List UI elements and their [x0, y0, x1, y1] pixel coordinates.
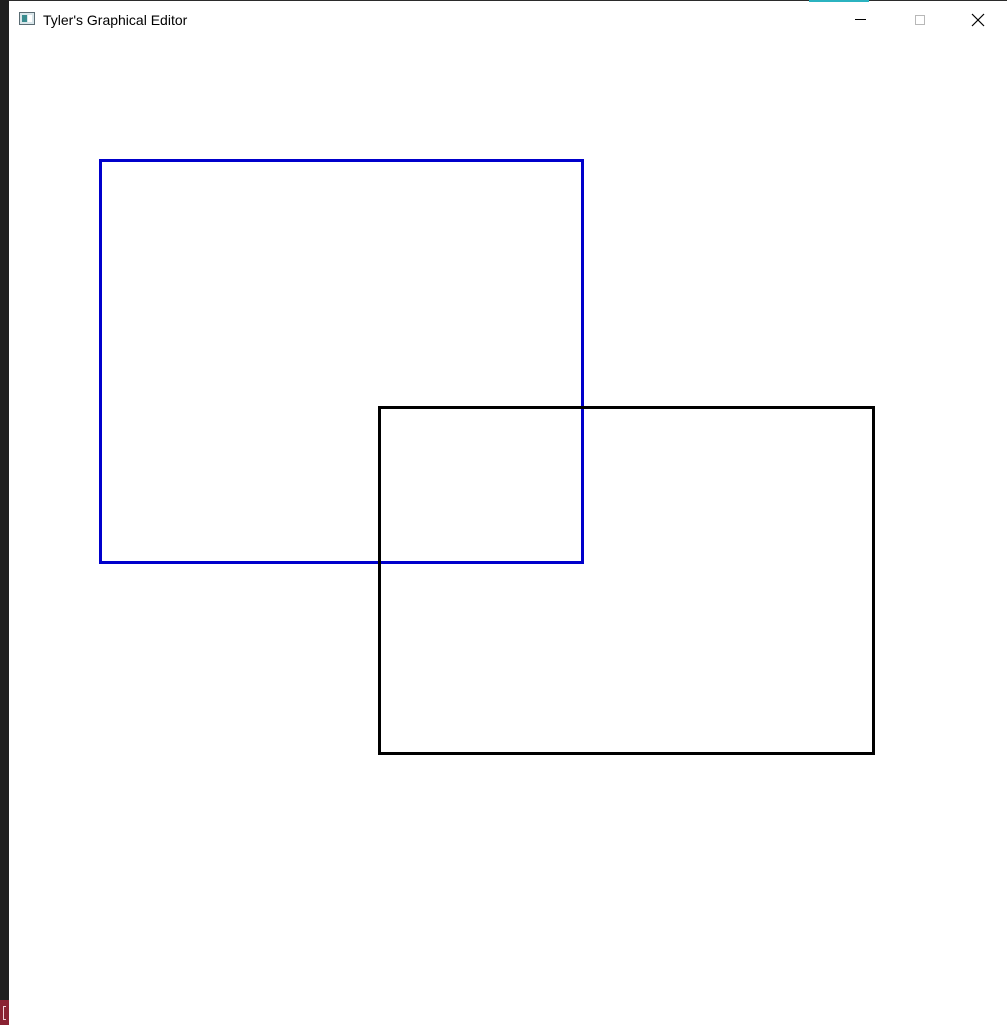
- canvas-surface[interactable]: [9, 38, 1007, 1026]
- app-window: Tyler's Graphical Editor: [9, 0, 1007, 1026]
- app-icon-pane-right: [28, 15, 32, 22]
- window-title: Tyler's Graphical Editor: [43, 12, 188, 28]
- maximize-icon: [915, 14, 925, 25]
- rectangle-shape-blue[interactable]: [99, 159, 584, 564]
- taskbar-item-stub[interactable]: [0, 1000, 9, 1025]
- app-icon-pane-left: [22, 15, 27, 22]
- app-window-icon[interactable]: [19, 12, 35, 25]
- minimize-icon: [854, 19, 866, 20]
- close-icon: [971, 13, 985, 26]
- drawing-canvas[interactable]: [9, 38, 1007, 1026]
- desktop-edge: [0, 0, 9, 1025]
- close-button[interactable]: [949, 1, 1007, 38]
- title-bar[interactable]: Tyler's Graphical Editor: [9, 0, 1007, 38]
- maximize-button[interactable]: [891, 1, 949, 38]
- minimize-button[interactable]: [831, 1, 889, 38]
- rectangle-shape-black[interactable]: [378, 406, 875, 755]
- taskbar-item-icon: [3, 1006, 6, 1020]
